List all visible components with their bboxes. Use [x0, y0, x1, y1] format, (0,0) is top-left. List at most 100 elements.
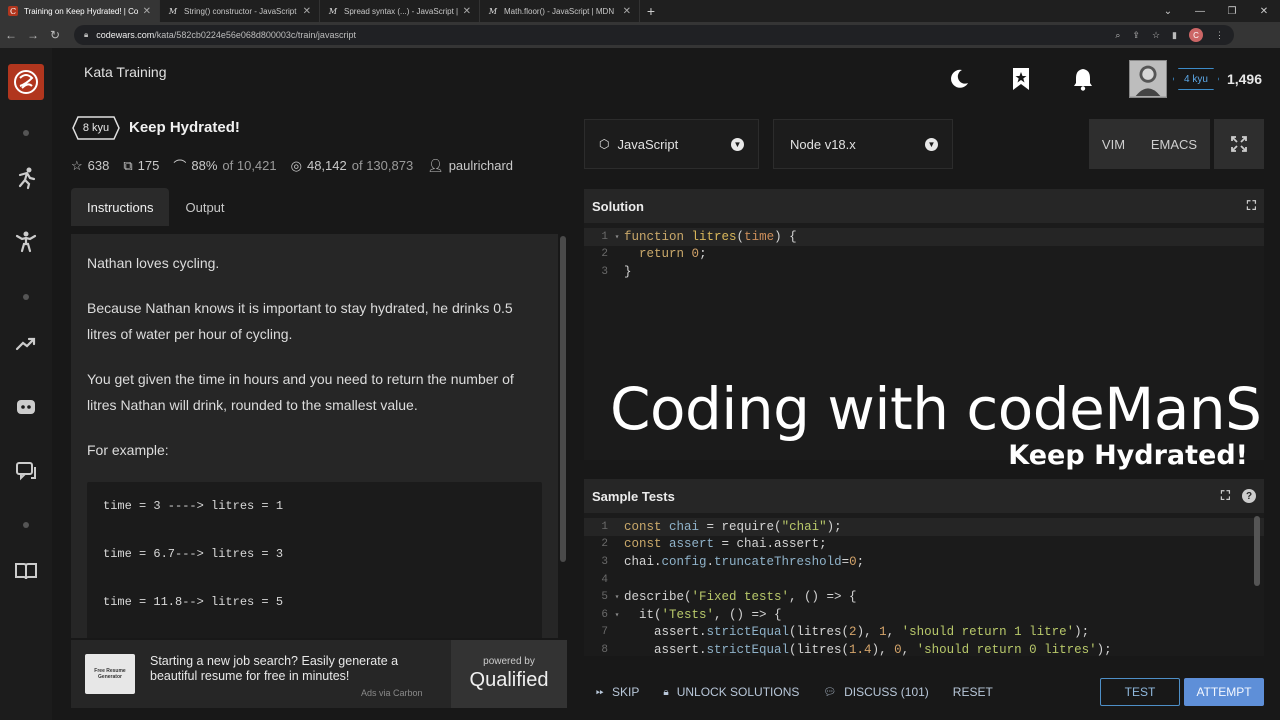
- close-tab-icon[interactable]: ✕: [303, 6, 311, 17]
- example-line: time = 3 ----> litres = 1: [103, 499, 284, 513]
- close-window-icon[interactable]: ✕: [1248, 0, 1280, 22]
- video-overlay-title: Coding with codeManS: [610, 375, 1262, 443]
- description-scrollbar[interactable]: [560, 236, 566, 562]
- code-line: 2 const assert = chai.assert;: [601, 537, 827, 552]
- sample-tests-editor[interactable]: 1 const chai = require("chai"); 2 const as…: [584, 513, 1264, 656]
- sidebar-icon[interactable]: ▮: [1172, 30, 1177, 41]
- qualified-sponsor[interactable]: powered by Qualified: [451, 640, 567, 708]
- lock-icon: 🔒︎: [663, 686, 669, 698]
- chevron-down-icon: ▼: [731, 137, 744, 151]
- bookmark-star-icon[interactable]: ☆: [1152, 30, 1160, 41]
- sample-tests-title: Sample Tests: [592, 488, 675, 504]
- tab-title: Training on Keep Hydrated! | Co: [24, 6, 139, 16]
- unlock-label: UNLOCK SOLUTIONS: [676, 685, 800, 699]
- lock-icon: 🔒︎: [84, 30, 89, 39]
- discord-icon[interactable]: [14, 395, 38, 419]
- practice-icon[interactable]: [14, 166, 38, 190]
- expand-panel-icon[interactable]: ⛶: [1247, 198, 1256, 214]
- browser-tab[interactable]: M Spread syntax (...) - JavaScript | M ✕: [320, 0, 480, 22]
- code-line: 2 return 0;: [601, 247, 707, 262]
- discuss-button[interactable]: 💬︎ DISCUSS (101): [823, 685, 928, 699]
- star-icon: ☆: [71, 157, 83, 173]
- description-paragraph: For example:: [87, 442, 169, 458]
- reload-icon[interactable]: ↻: [44, 28, 66, 42]
- profile-avatar[interactable]: C: [1189, 28, 1203, 42]
- browser-tab[interactable]: C Training on Keep Hydrated! | Co ✕: [0, 0, 160, 22]
- attempt-button[interactable]: ATTEMPT: [1184, 678, 1264, 706]
- tab-instructions[interactable]: Instructions: [71, 188, 170, 226]
- expand-icon: [1231, 136, 1247, 152]
- side-navigation: [0, 48, 52, 720]
- code-line: 8 assert.strictEqual(litres(1.4), 0, 'sh…: [601, 642, 1112, 656]
- new-tab-button[interactable]: +: [640, 0, 662, 22]
- browser-tab[interactable]: M Math.floor() - JavaScript | MDN ✕: [480, 0, 640, 22]
- language-value: JavaScript: [617, 136, 679, 152]
- restore-icon[interactable]: ❐: [1216, 0, 1248, 22]
- leaderboard-trend-icon[interactable]: [14, 332, 38, 356]
- discussion-icon[interactable]: [14, 459, 38, 483]
- mdn-favicon-icon: M: [168, 6, 178, 16]
- header-user-area: 4 kyu 1,496: [943, 60, 1262, 98]
- tab-search-icon[interactable]: ⌄: [1152, 0, 1184, 22]
- vim-mode-button[interactable]: VIM: [1102, 137, 1125, 152]
- docs-book-icon[interactable]: [14, 559, 38, 583]
- left-panel-tabs: Instructions Output: [71, 188, 241, 226]
- skip-button[interactable]: ⏩︎ SKIP: [596, 685, 639, 699]
- kata-stats: ☆ 638 ⧉ 175 ⌒ 88% of 10,421 ◎ 48,142 of 130,87…: [71, 156, 513, 175]
- test-button[interactable]: TEST: [1100, 678, 1180, 706]
- notifications-bell-icon[interactable]: [1067, 63, 1099, 95]
- chat-bubble-icon: 💬︎: [823, 686, 837, 698]
- kata-kyu-badge: 8 kyu: [72, 116, 120, 140]
- dark-mode-moon-icon[interactable]: [943, 63, 975, 95]
- description-paragraph: Because Nathan knows it is important to …: [87, 300, 513, 342]
- runtime-select[interactable]: Node v18.x ▼: [773, 119, 953, 169]
- fullscreen-button[interactable]: [1214, 119, 1264, 169]
- tab-output[interactable]: Output: [169, 188, 240, 226]
- kata-name: Keep Hydrated!: [129, 119, 240, 136]
- browser-tab[interactable]: M String() constructor - JavaScript | ✕: [160, 0, 320, 22]
- stars-stat[interactable]: ☆ 638: [71, 158, 109, 174]
- close-tab-icon[interactable]: ✕: [463, 6, 471, 17]
- ad-image-line: Generator: [98, 674, 122, 680]
- menu-dots-icon[interactable]: ⋮: [1215, 30, 1224, 41]
- emacs-mode-button[interactable]: EMACS: [1151, 137, 1197, 152]
- nav-separator: [23, 522, 29, 528]
- author-stat[interactable]: 👤︎ paulrichard: [427, 158, 513, 174]
- stars-count: 638: [87, 158, 110, 173]
- dojo-icon[interactable]: [14, 230, 38, 254]
- sample-tests-header: Sample Tests ⛶?: [584, 479, 1264, 513]
- collections-stat[interactable]: ⧉ 175: [123, 158, 159, 174]
- minimize-icon[interactable]: —: [1184, 0, 1216, 22]
- carbon-ad[interactable]: Free Resume Generator Starting a new job…: [71, 640, 567, 708]
- skip-label: SKIP: [612, 685, 640, 699]
- reset-button[interactable]: RESET: [953, 685, 993, 699]
- example-line: time = 6.7---> litres = 3: [103, 547, 284, 561]
- tab-title: Math.floor() - JavaScript | MDN: [504, 6, 615, 16]
- back-icon[interactable]: ←: [0, 28, 22, 42]
- help-icon[interactable]: ?: [1242, 489, 1256, 503]
- url-input[interactable]: 🔒︎ codewars.com/kata/582cb0224e56e068d80…: [74, 25, 1234, 45]
- codewars-logo[interactable]: [8, 64, 44, 100]
- completed-of: of 130,873: [351, 158, 414, 173]
- satisfaction-of: of 10,421: [222, 158, 277, 173]
- javascript-icon: ⬡: [599, 137, 610, 151]
- forward-icon[interactable]: →: [22, 28, 44, 42]
- user-rank-badge: 4 kyu: [1172, 68, 1219, 90]
- solution-title: Solution: [592, 198, 644, 214]
- user-avatar[interactable]: [1128, 60, 1167, 98]
- target-icon: ◎: [290, 157, 302, 173]
- language-select[interactable]: ⬡ JavaScript ▼: [584, 119, 759, 169]
- expand-panel-icon[interactable]: ⛶: [1221, 488, 1230, 504]
- video-overlay-subtitle: Keep Hydrated!: [1008, 440, 1248, 471]
- zoom-icon[interactable]: ⌕: [1115, 30, 1120, 41]
- code-line: 6 ▾ it('Tests', () => {: [601, 607, 782, 622]
- solution-header: Solution ⛶: [584, 189, 1264, 223]
- bookmarks-icon[interactable]: [1005, 63, 1037, 95]
- tests-scrollbar[interactable]: [1254, 516, 1260, 586]
- example-line: time = 11.8--> litres = 5: [103, 595, 284, 609]
- unlock-solutions-button[interactable]: 🔒︎ UNLOCK SOLUTIONS: [663, 685, 799, 699]
- close-tab-icon[interactable]: ✕: [143, 6, 151, 17]
- share-icon[interactable]: ⇪: [1132, 30, 1140, 41]
- page-section-title: Kata Training: [84, 64, 167, 80]
- close-tab-icon[interactable]: ✕: [623, 6, 631, 17]
